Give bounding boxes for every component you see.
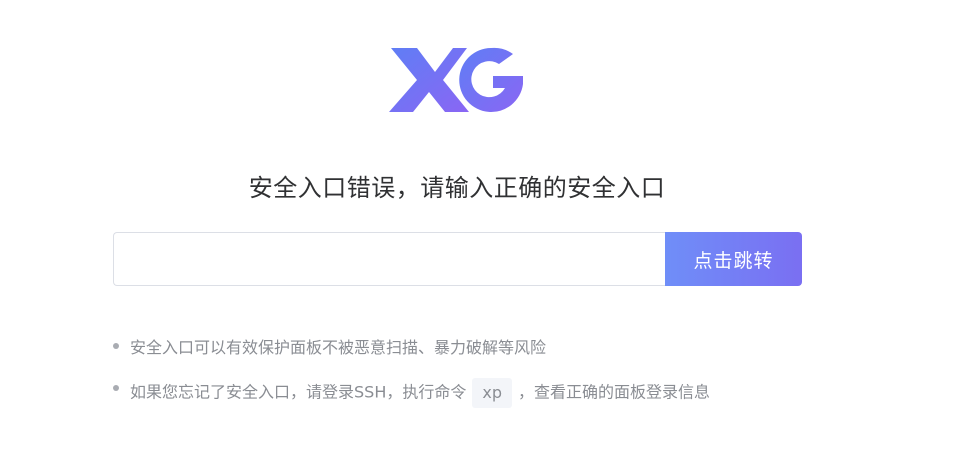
command-code: xp [472, 378, 512, 408]
tip-text: 如果您忘记了安全入口，请登录SSH，执行命令 [130, 382, 467, 402]
tip-item: 如果您忘记了安全入口，请登录SSH，执行命令 xp ，查看正确的面板登录信息 [113, 378, 873, 408]
bullet-icon [113, 343, 119, 349]
error-title: 安全入口错误，请输入正确的安全入口 [248, 174, 666, 202]
entry-form: 点击跳转 [113, 232, 802, 286]
logo-icon [389, 47, 523, 112]
security-entry-input[interactable] [113, 232, 665, 286]
tip-item: 安全入口可以有效保护面板不被恶意扫描、暴力破解等风险 [113, 336, 873, 360]
jump-button[interactable]: 点击跳转 [665, 232, 802, 286]
tips-list: 安全入口可以有效保护面板不被恶意扫描、暴力破解等风险 如果您忘记了安全入口，请登… [113, 336, 873, 420]
bullet-icon [113, 385, 119, 391]
page: 安全入口错误，请输入正确的安全入口 点击跳转 安全入口可以有效保护面板不被恶意扫… [0, 0, 958, 475]
tip-text: ，查看正确的面板登录信息 [517, 382, 710, 402]
tip-text: 安全入口可以有效保护面板不被恶意扫描、暴力破解等风险 [130, 338, 547, 357]
